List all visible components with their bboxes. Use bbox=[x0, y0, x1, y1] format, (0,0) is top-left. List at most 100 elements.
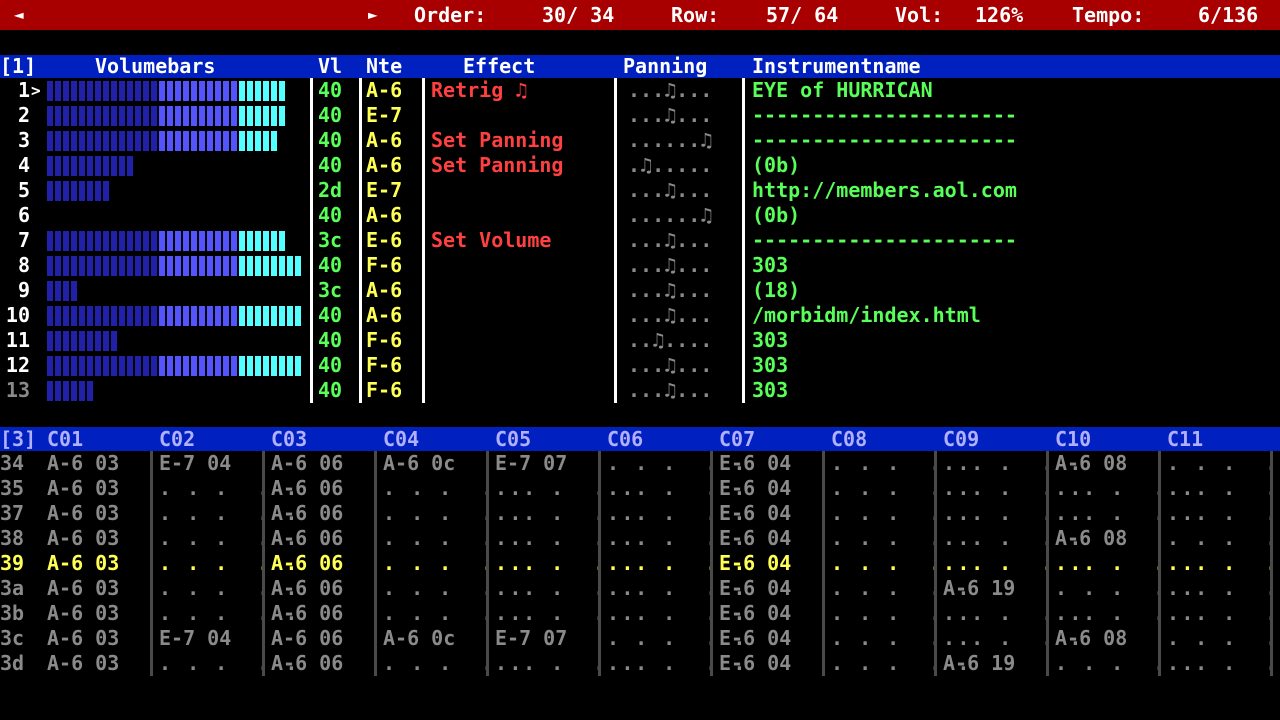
pattern-cell[interactable]: A-6 0c bbox=[383, 451, 455, 476]
pattern-cell[interactable]: . . . . . bbox=[1167, 451, 1280, 476]
pattern-cell[interactable]: E-6 04 bbox=[719, 651, 791, 676]
pattern-cell[interactable]: . . . . . bbox=[1167, 651, 1280, 676]
pattern-cell[interactable]: E-6 04 bbox=[719, 626, 791, 651]
channel-column-header[interactable]: C11 bbox=[1167, 427, 1203, 451]
channel-row[interactable]: 13 40 F-6 ...♫... 303 bbox=[0, 378, 1280, 403]
pattern-cell[interactable]: A-6 06 bbox=[271, 451, 343, 476]
pattern-cell[interactable]: E-7 07 bbox=[495, 451, 567, 476]
pattern-cell[interactable]: A-6 03 bbox=[47, 526, 119, 551]
channel-volume: 40 bbox=[318, 253, 343, 277]
pattern-cell[interactable]: A-6 03 bbox=[47, 576, 119, 601]
pattern-cell[interactable]: A-6 06 bbox=[271, 576, 343, 601]
pattern-cell[interactable]: A-6 06 bbox=[271, 551, 343, 576]
panning-indicator[interactable]: ...♫... bbox=[628, 303, 712, 328]
pattern-cell[interactable]: E-6 04 bbox=[719, 451, 791, 476]
panning-indicator[interactable]: ..♫.... bbox=[628, 328, 712, 353]
pattern-row[interactable]: 3d A-6 03. . . . . A-6 06. . . . .. . . . … bbox=[0, 651, 1280, 676]
panning-indicator[interactable]: ...♫... bbox=[628, 378, 712, 403]
channel-row[interactable]: 2 40 E-7 ...♫... ---------------------- bbox=[0, 103, 1280, 128]
channel-row[interactable]: 12 40 F-6 ...♫... 303 bbox=[0, 353, 1280, 378]
pattern-cell[interactable]: A-6 08 bbox=[1055, 451, 1127, 476]
channel-row[interactable]: 6 40 A-6 ......♫ (0b) bbox=[0, 203, 1280, 228]
pattern-cell[interactable]: E-7 04 bbox=[159, 451, 231, 476]
pattern-cell[interactable]: A-6 03 bbox=[47, 501, 119, 526]
channel-row[interactable]: 9 3c A-6 ...♫... (18) bbox=[0, 278, 1280, 303]
pattern-cell[interactable]: E-6 04 bbox=[719, 476, 791, 501]
next-order-button[interactable]: ► bbox=[368, 0, 378, 30]
channel-column-header[interactable]: C10 bbox=[1055, 427, 1091, 451]
pattern-cell[interactable]: . . . . . bbox=[1167, 626, 1280, 651]
channel-column-header[interactable]: C02 bbox=[159, 427, 195, 451]
pattern-cell[interactable]: A-6 06 bbox=[271, 601, 343, 626]
column-divider bbox=[710, 451, 713, 676]
previous-order-button[interactable]: ◄ bbox=[14, 0, 24, 30]
channel-row[interactable]: 8 40 F-6 ...♫... 303 bbox=[0, 253, 1280, 278]
panning-indicator[interactable]: ......♫ bbox=[628, 128, 712, 153]
pattern-cell[interactable]: A-6 03 bbox=[47, 476, 119, 501]
panning-indicator[interactable]: ...♫... bbox=[628, 228, 712, 253]
panning-indicator[interactable]: ...♫... bbox=[628, 353, 712, 378]
pattern-cell[interactable]: A-6 03 bbox=[47, 601, 119, 626]
pattern-row[interactable]: 35 A-6 03. . . . . A-6 06. . . . .. . . . … bbox=[0, 476, 1280, 501]
channel-column-header[interactable]: C04 bbox=[383, 427, 419, 451]
pattern-cell[interactable]: A-6 08 bbox=[1055, 626, 1127, 651]
channel-column-header[interactable]: C09 bbox=[943, 427, 979, 451]
pattern-cell[interactable]: E-7 07 bbox=[495, 626, 567, 651]
volume-bar bbox=[47, 81, 307, 101]
pattern-row[interactable]: 3a A-6 03. . . . . A-6 06. . . . .. . . . … bbox=[0, 576, 1280, 601]
pattern-cell[interactable]: A-6 06 bbox=[271, 476, 343, 501]
pattern-row[interactable]: 3c A-6 03 E-7 04 A-6 06 A-6 0c E-7 07 . . . . … bbox=[0, 626, 1280, 651]
channel-row[interactable]: 10 40 A-6 ...♫... /morbidm/index.html bbox=[0, 303, 1280, 328]
pattern-cell[interactable]: . . . . . bbox=[1167, 601, 1280, 626]
pattern-cell[interactable]: E-6 04 bbox=[719, 551, 791, 576]
pattern-row[interactable]: 38 A-6 03. . . . . A-6 06. . . . .. . . . … bbox=[0, 526, 1280, 551]
pattern-cell[interactable]: A-6 03 bbox=[47, 626, 119, 651]
current-pattern-row[interactable]: 39 A-6 03. . . . . A-6 06. . . . .. . . . … bbox=[0, 551, 1280, 576]
pattern-cell[interactable]: E-6 04 bbox=[719, 526, 791, 551]
pattern-row[interactable]: 3b A-6 03. . . . . A-6 06. . . . .. . . . … bbox=[0, 601, 1280, 626]
pattern-cell[interactable]: E-6 04 bbox=[719, 601, 791, 626]
pattern-cell[interactable]: E-7 04 bbox=[159, 626, 231, 651]
channel-column-header[interactable]: C05 bbox=[495, 427, 531, 451]
pattern-cell[interactable]: A-6 06 bbox=[271, 626, 343, 651]
pattern-cell[interactable]: . . . . . bbox=[1167, 526, 1280, 551]
channel-row[interactable]: 5 2d E-7 ...♫... http://members.aol.com bbox=[0, 178, 1280, 203]
pattern-cell[interactable]: . . . . . bbox=[1167, 501, 1280, 526]
pattern-cell[interactable]: A-6 06 bbox=[271, 526, 343, 551]
channel-column-header[interactable]: C06 bbox=[607, 427, 643, 451]
panning-indicator[interactable]: ...♫... bbox=[628, 253, 712, 278]
pattern-cell[interactable]: . . . . . bbox=[1167, 476, 1280, 501]
panning-indicator[interactable]: ...♫... bbox=[628, 78, 712, 103]
pattern-cell[interactable]: . . . . . bbox=[1167, 576, 1280, 601]
channel-row[interactable]: 7 3c E-6 Set Volume ...♫... -----------------… bbox=[0, 228, 1280, 253]
panning-indicator[interactable]: ...♫... bbox=[628, 103, 712, 128]
pattern-cell[interactable]: A-6 08 bbox=[1055, 526, 1127, 551]
pattern-cell[interactable]: A-6 0c bbox=[383, 626, 455, 651]
panning-indicator[interactable]: ......♫ bbox=[628, 203, 712, 228]
pattern-editor[interactable]: 34 A-6 03 E-7 04 A-6 06 A-6 0c E-7 07 . . . . … bbox=[0, 451, 1280, 676]
volume-bar bbox=[47, 181, 307, 201]
panning-indicator[interactable]: .♫..... bbox=[628, 153, 712, 178]
channel-row[interactable]: 4 40 A-6 Set Panning .♫..... (0b) bbox=[0, 153, 1280, 178]
pattern-cell[interactable]: A-6 03 bbox=[47, 651, 119, 676]
pattern-cell[interactable]: . . . . . bbox=[1167, 551, 1280, 576]
channel-row[interactable]: 1 >40 A-6 Retrig ♫ ...♫... EYE of HURRICAN bbox=[0, 78, 1280, 103]
panning-indicator[interactable]: ...♫... bbox=[628, 178, 712, 203]
pattern-row[interactable]: 34 A-6 03 E-7 04 A-6 06 A-6 0c E-7 07 . . . . … bbox=[0, 451, 1280, 476]
pattern-cell[interactable]: A-6 03 bbox=[47, 551, 119, 576]
pattern-cell[interactable]: A-6 06 bbox=[271, 651, 343, 676]
channel-column-header[interactable]: C07 bbox=[719, 427, 755, 451]
channel-row[interactable]: 11 40 F-6 ..♫.... 303 bbox=[0, 328, 1280, 353]
pattern-cell[interactable]: E-6 04 bbox=[719, 501, 791, 526]
pattern-cell[interactable]: A-6 19 bbox=[943, 651, 1015, 676]
pattern-cell[interactable]: A-6 19 bbox=[943, 576, 1015, 601]
channel-column-header[interactable]: C03 bbox=[271, 427, 307, 451]
channel-row[interactable]: 3 40 A-6 Set Panning ......♫ ----------------… bbox=[0, 128, 1280, 153]
panning-indicator[interactable]: ...♫... bbox=[628, 278, 712, 303]
pattern-cell[interactable]: A-6 03 bbox=[47, 451, 119, 476]
channel-column-header[interactable]: C01 bbox=[47, 427, 83, 451]
pattern-cell[interactable]: A-6 06 bbox=[271, 501, 343, 526]
pattern-cell[interactable]: E-6 04 bbox=[719, 576, 791, 601]
channel-column-header[interactable]: C08 bbox=[831, 427, 867, 451]
pattern-row[interactable]: 37 A-6 03. . . . . A-6 06. . . . .. . . . … bbox=[0, 501, 1280, 526]
